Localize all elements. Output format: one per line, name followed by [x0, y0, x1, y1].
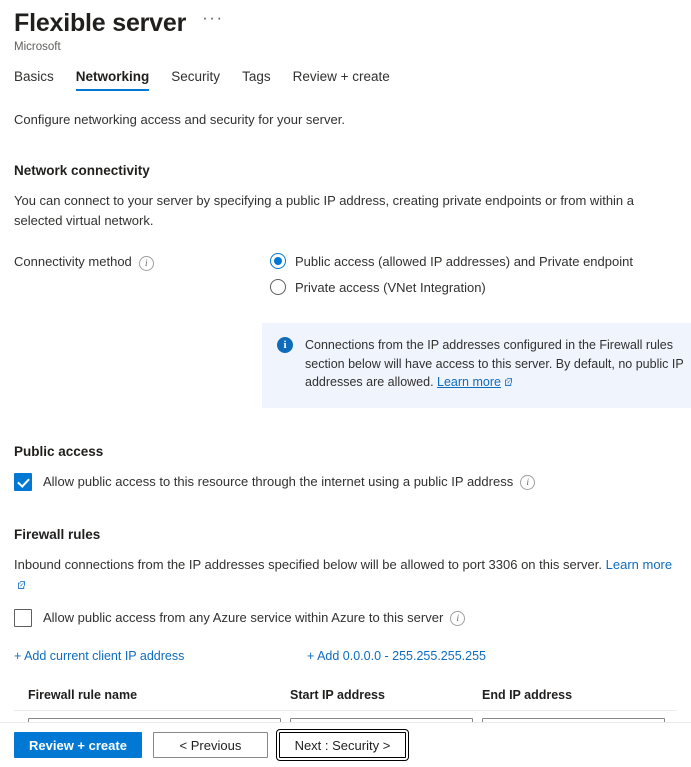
public-access-heading: Public access [14, 444, 677, 459]
review-create-button[interactable]: Review + create [14, 732, 142, 758]
external-link-icon [504, 373, 513, 382]
info-icon[interactable]: i [450, 611, 465, 626]
tab-tags[interactable]: Tags [231, 66, 282, 91]
page-header: Flexible server ··· Microsoft [0, 0, 691, 53]
add-ip-links-row: + Add current client IP address + Add 0.… [14, 649, 677, 663]
allow-azure-services-checkbox[interactable]: Allow public access from any Azure servi… [14, 609, 677, 627]
firewall-rules-description-group: Inbound connections from the IP addresse… [14, 555, 677, 595]
page-intro-text: Configure networking access and security… [14, 112, 677, 127]
network-connectivity-description: You can connect to your server by specif… [14, 191, 677, 231]
checkbox-mark-icon [14, 609, 32, 627]
allow-azure-services-label: Allow public access from any Azure servi… [43, 610, 443, 625]
add-current-client-ip-link[interactable]: + Add current client IP address [14, 649, 307, 663]
firewall-rules-description: Inbound connections from the IP addresse… [14, 557, 602, 572]
title-row: Flexible server ··· [14, 8, 691, 38]
connectivity-method-options: Public access (allowed IP addresses) and… [270, 253, 677, 305]
radio-private-access[interactable]: Private access (VNet Integration) [270, 279, 677, 295]
network-connectivity-heading: Network connectivity [14, 163, 677, 178]
wizard-tabs: Basics Networking Security Tags Review +… [0, 66, 691, 91]
next-security-button[interactable]: Next : Security > [279, 732, 406, 758]
banner-learn-more-link[interactable]: Learn more [437, 375, 501, 389]
checkbox-mark-icon [14, 473, 32, 491]
allow-public-access-label: Allow public access to this resource thr… [43, 474, 513, 489]
column-header-start-ip: Start IP address [290, 688, 482, 702]
main-content: Configure networking access and security… [0, 112, 691, 750]
previous-button[interactable]: < Previous [153, 732, 268, 758]
radio-public-access-label: Public access (allowed IP addresses) and… [295, 254, 633, 269]
firewall-learn-more-link[interactable]: Learn more [606, 557, 672, 572]
page-title: Flexible server [14, 8, 186, 38]
more-options-icon[interactable]: ··· [202, 12, 223, 34]
table-header-row: Firewall rule name Start IP address End … [14, 688, 677, 711]
column-header-rule-name: Firewall rule name [28, 688, 290, 702]
allow-public-access-checkbox[interactable]: Allow public access to this resource thr… [14, 473, 677, 491]
radio-mark-icon [270, 279, 286, 295]
radio-private-access-label: Private access (VNet Integration) [295, 280, 486, 295]
info-icon[interactable]: i [520, 475, 535, 490]
external-link-icon [17, 575, 26, 584]
connectivity-method-field: Connectivity method i Public access (all… [14, 253, 677, 305]
column-header-end-ip: End IP address [482, 688, 674, 702]
firewall-rules-heading: Firewall rules [14, 527, 677, 542]
tab-basics[interactable]: Basics [14, 66, 65, 91]
tab-review-create[interactable]: Review + create [282, 66, 401, 91]
publisher-label: Microsoft [14, 41, 691, 53]
info-banner-text-group: Connections from the IP addresses config… [305, 336, 691, 392]
info-icon[interactable]: i [139, 256, 154, 271]
allow-public-access-label-group: Allow public access to this resource thr… [43, 473, 535, 490]
tab-security[interactable]: Security [160, 66, 231, 91]
add-all-ip-range-link[interactable]: + Add 0.0.0.0 - 255.255.255.255 [307, 649, 486, 663]
info-circle-icon: i [277, 337, 293, 353]
radio-public-access[interactable]: Public access (allowed IP addresses) and… [270, 253, 677, 269]
radio-mark-icon [270, 253, 286, 269]
tab-networking[interactable]: Networking [65, 66, 161, 91]
connectivity-method-label-group: Connectivity method i [14, 253, 270, 305]
allow-azure-services-label-group: Allow public access from any Azure servi… [43, 609, 465, 626]
wizard-footer: Review + create < Previous Next : Securi… [0, 722, 691, 767]
connectivity-method-label: Connectivity method [14, 254, 132, 269]
info-banner: i Connections from the IP addresses conf… [262, 323, 691, 408]
